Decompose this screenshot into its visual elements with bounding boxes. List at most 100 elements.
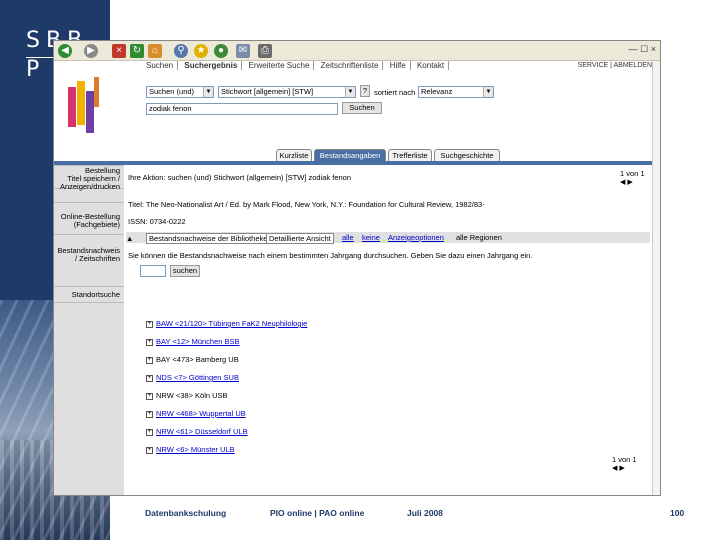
select-all-link[interactable]: alle (342, 233, 354, 242)
expand-icon[interactable]: + (146, 446, 153, 454)
footer-date: Juli 2008 (407, 508, 443, 518)
sidebar-item-online-order-label: Online-Bestellung (Fachgebiete) (60, 212, 120, 229)
topnav-contact[interactable]: Kontakt (413, 61, 450, 70)
sort-select[interactable]: Relevanz ▼ (418, 86, 494, 98)
footer-course: Datenbankschulung (145, 508, 227, 518)
sort-value: Relevanz (421, 87, 453, 96)
sidebar-item-holdings-journals-label: Bestandsnachweis / Zeitschriften (57, 246, 120, 263)
browser-window: ◀ ▶ × ↻ ⌂ ⚲ ★ ● ✉ ⎙ — ☐ × Suchen Sucherg… (53, 40, 661, 496)
favorites-icon[interactable]: ★ (194, 44, 208, 58)
holding-link[interactable]: NRW <6> Münster ULB (156, 445, 235, 454)
search-input-value: zodiak fenon (149, 104, 192, 113)
slide: SBB P ◀ ▶ × ↻ ⌂ ⚲ ★ ● ✉ ⎙ — ☐ × Suchen S… (0, 0, 720, 540)
window-controls[interactable]: — ☐ × (629, 44, 656, 55)
sidebar-item-save-title[interactable]: Titel speichern / Anzeigen/drucken (54, 173, 124, 203)
tab-short-list[interactable]: Kurzliste (276, 149, 312, 161)
hit-counter-top: 1 von 1 (620, 169, 645, 178)
search-operator-select[interactable]: Suchen (und) ▼ (146, 86, 214, 98)
back-icon[interactable]: ◀ (58, 44, 72, 58)
page-content: Suchen Suchergebnis Erweiterte Suche Zei… (54, 61, 660, 495)
hit-navigation-arrows[interactable]: ◀ ▶ (620, 178, 633, 186)
search-index-select[interactable]: Stichwort [allgemein] [STW] ▼ (218, 86, 356, 98)
slide-footer: Datenbankschulung PIO online | PAO onlin… (0, 508, 720, 522)
year-search-button[interactable]: suchen (170, 265, 200, 277)
topnav-search[interactable]: Suchen (142, 61, 179, 70)
list-item: + NDS <7> Göttingen SUB (146, 373, 239, 382)
hit-counter-bottom: 1 von 1 (612, 455, 637, 464)
sidebar-item-location-search[interactable]: Standortsuche (54, 289, 124, 303)
year-search-note: Sie können die Bestandsnachweise nach ei… (128, 251, 533, 260)
sort-label: sortiert nach (374, 88, 416, 97)
expand-icon[interactable]: + (146, 356, 153, 364)
footer-title: PIO online | PAO online (270, 508, 365, 518)
hit-navigation-arrows-bottom[interactable]: ◀ ▶ (612, 464, 625, 472)
search-submit-button[interactable]: Suchen (342, 102, 382, 114)
search-operator-value: Suchen (und) (149, 87, 195, 96)
issn-text: ISSN: 0734-0222 (128, 217, 186, 226)
sidebar-spacer (54, 165, 124, 166)
home-icon[interactable]: ⌂ (148, 44, 162, 58)
holdings-toolbar: ▲ Bestandsnachweise der Bibliotheken Det… (126, 232, 650, 244)
sidebar-item-online-order[interactable]: Online-Bestellung (Fachgebiete) (54, 211, 124, 235)
main-panel: Ihre Aktion: suchen (und) Stichwort (all… (126, 165, 660, 495)
browser-toolbar: ◀ ▶ × ↻ ⌂ ⚲ ★ ● ✉ ⎙ — ☐ × (54, 41, 660, 61)
list-item: + NRW <38> Köln USB (146, 391, 228, 400)
tab-result-list[interactable]: Trefferliste (388, 149, 432, 161)
select-none-link[interactable]: keine (362, 233, 380, 242)
current-action-text: Ihre Aktion: suchen (und) Stichwort (all… (128, 173, 352, 182)
holding-link[interactable]: NRW <468> Wuppertal UB (156, 409, 246, 418)
expand-icon[interactable]: + (146, 428, 153, 436)
collapse-arrow-icon[interactable]: ▲ (126, 234, 133, 243)
list-item: + BAY <12> München BSB (146, 337, 240, 346)
forward-icon[interactable]: ▶ (84, 44, 98, 58)
list-item: + BAW <21/120> Tübingen FaK2 Neuphilologi… (146, 319, 307, 328)
result-tabs: Kurzliste Bestandsangaben Trefferliste S… (54, 149, 660, 161)
media-icon[interactable]: ● (214, 44, 228, 58)
holding-label: BAY <473> Bamberg UB (156, 355, 239, 364)
sidebar-item-holdings-journals[interactable]: Bestandsnachweis / Zeitschriften (54, 245, 124, 287)
chevron-down-icon: ▼ (345, 87, 355, 97)
list-item: + NRW <61> Düsseldorf ULB (146, 427, 248, 436)
topnav-results[interactable]: Suchergebnis (180, 61, 243, 70)
print-icon[interactable]: ⎙ (258, 44, 272, 58)
help-button[interactable]: ? (360, 85, 370, 97)
holding-link[interactable]: NRW <61> Düsseldorf ULB (156, 427, 248, 436)
chevron-down-icon: ▼ (483, 87, 493, 97)
holding-link[interactable]: BAY <12> München BSB (156, 337, 240, 346)
expand-icon[interactable]: + (146, 410, 153, 418)
holding-link[interactable]: BAW <21/120> Tübingen FaK2 Neuphilologie (156, 319, 307, 328)
search-input[interactable]: zodiak fenon (146, 103, 338, 115)
pica-logo-icon (68, 77, 102, 133)
year-input[interactable] (140, 265, 166, 277)
footer-page-number: 100 (670, 508, 685, 518)
holding-link[interactable]: NDS <7> Göttingen SUB (156, 373, 239, 382)
refresh-icon[interactable]: ↻ (130, 44, 144, 58)
expand-icon[interactable]: + (146, 320, 153, 328)
list-item: + NRW <468> Wuppertal UB (146, 409, 246, 418)
expand-icon[interactable]: + (146, 374, 153, 382)
list-item: + BAY <473> Bamberg UB (146, 355, 239, 364)
mail-icon[interactable]: ✉ (236, 44, 250, 58)
all-regions-label: alle Regionen (456, 233, 502, 242)
topnav-service-links[interactable]: SERVICE | ABMELDEN (578, 62, 652, 69)
topnav-journal-list[interactable]: Zeitschriftenliste (317, 61, 384, 70)
topnav-help[interactable]: Hilfe (386, 61, 411, 70)
holding-label: NRW <38> Köln USB (156, 391, 228, 400)
display-options-link[interactable]: Anzeigeoptionen (388, 233, 444, 242)
sidebar-item-location-search-label: Standortsuche (71, 290, 120, 299)
list-item: + NRW <6> Münster ULB (146, 445, 235, 454)
tab-search-history[interactable]: Suchgeschichte (434, 149, 500, 161)
topnav-advanced-search[interactable]: Erweiterte Suche (245, 61, 315, 70)
tab-holdings[interactable]: Bestandsangaben (314, 149, 386, 161)
vertical-scrollbar[interactable] (652, 61, 660, 495)
sidebar-item-save-title-label: Titel speichern / Anzeigen/drucken (59, 174, 120, 191)
detailed-view-tab[interactable]: Detaillierte Ansicht (266, 233, 334, 244)
sidebar: Bestellung Titel speichern / Anzeigen/dr… (54, 165, 124, 495)
expand-icon[interactable]: + (146, 392, 153, 400)
search-index-value: Stichwort [allgemein] [STW] (221, 87, 314, 96)
top-navigation: Suchen Suchergebnis Erweiterte Suche Zei… (142, 61, 450, 74)
stop-icon[interactable]: × (112, 44, 126, 58)
search-icon[interactable]: ⚲ (174, 44, 188, 58)
expand-icon[interactable]: + (146, 338, 153, 346)
holdings-of-libraries-tab[interactable]: Bestandsnachweise der Bibliotheken (146, 233, 275, 244)
